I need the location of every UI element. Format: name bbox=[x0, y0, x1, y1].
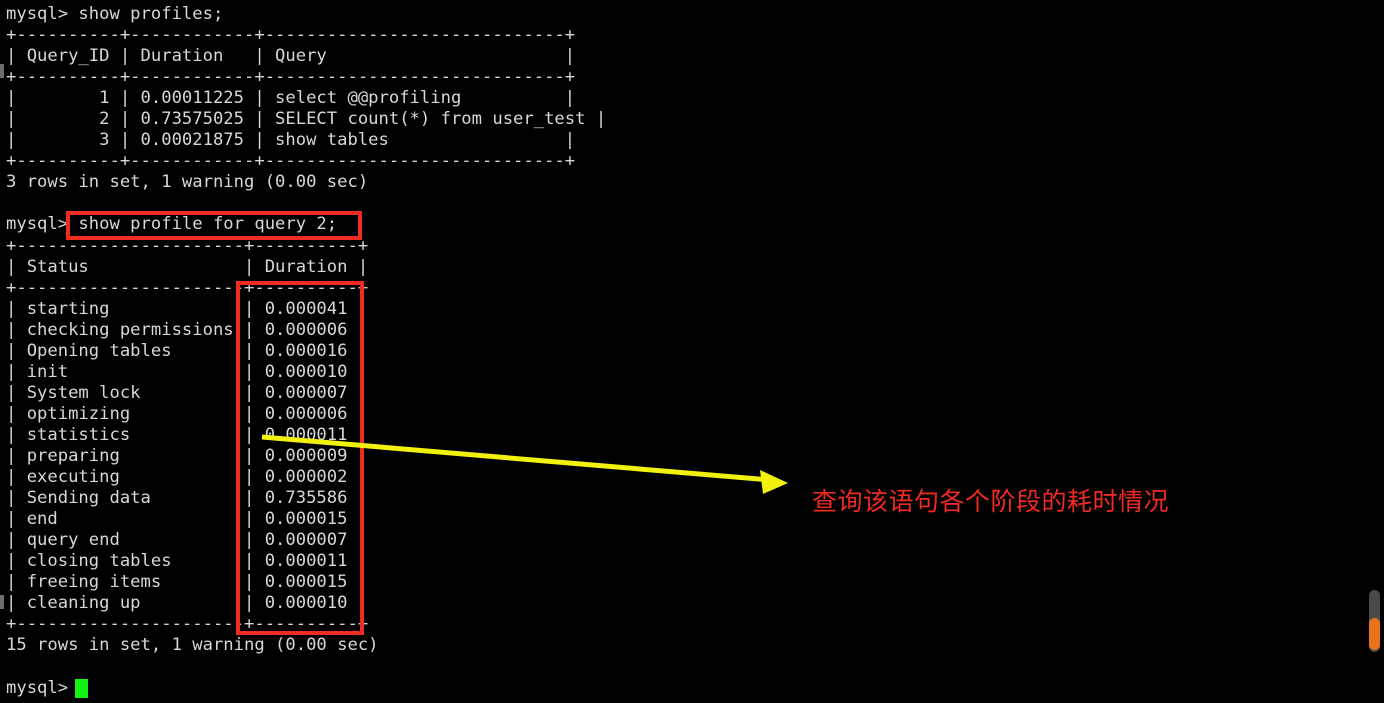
terminal-line: | checking permissions | 0.000006 | bbox=[6, 319, 369, 340]
terminal-line: | 3 | 0.00021875 | show tables | bbox=[6, 130, 576, 151]
terminal-line: +----------+------------+---------------… bbox=[6, 151, 576, 172]
terminal-line: | starting | 0.000041 | bbox=[6, 298, 369, 319]
terminal-line: +----------------------+----------+ bbox=[6, 277, 369, 298]
terminal-line: mysql> bbox=[6, 677, 79, 698]
terminal-line: | Status | Duration | bbox=[6, 256, 369, 277]
terminal-line: +----------+------------+---------------… bbox=[6, 67, 576, 88]
terminal-line: +----------------------+----------+ bbox=[6, 235, 369, 256]
terminal-window: mysql> show profiles; +----------+-------… bbox=[0, 0, 1384, 703]
terminal-line: | System lock | 0.000007 | bbox=[6, 382, 369, 403]
terminal-line: | 1 | 0.00011225 | select @@profiling | bbox=[6, 88, 576, 109]
terminal-line: | preparing | 0.000009 | bbox=[6, 445, 369, 466]
terminal-line: +----------------------+----------+ bbox=[6, 614, 369, 635]
annotation-note-text: 查询该语句各个阶段的耗时情况 bbox=[812, 487, 1170, 516]
terminal-line: | Sending data | 0.735586 | bbox=[6, 488, 369, 509]
terminal-output[interactable]: mysql> show profiles; +----------+-------… bbox=[0, 0, 1384, 699]
terminal-line: | Query_ID | Duration | Query | bbox=[6, 46, 576, 67]
terminal-line: 15 rows in set, 1 warning (0.00 sec) bbox=[6, 635, 379, 656]
terminal-line: | 2 | 0.73575025 | SELECT count(*) from … bbox=[6, 109, 607, 130]
terminal-line: +----------+------------+---------------… bbox=[6, 25, 576, 46]
terminal-line: | init | 0.000010 | bbox=[6, 361, 369, 382]
terminal-line: | cleaning up | 0.000010 | bbox=[6, 593, 369, 614]
terminal-line: | statistics | 0.000011 | bbox=[6, 424, 369, 445]
terminal-line: | freeing items | 0.000015 | bbox=[6, 572, 369, 593]
terminal-line: mysql> show profiles; bbox=[6, 4, 224, 24]
terminal-line: | query end | 0.000007 | bbox=[6, 530, 369, 551]
scrollbar-thumb[interactable] bbox=[1369, 618, 1380, 650]
terminal-cursor bbox=[75, 679, 88, 698]
terminal-line: | Opening tables | 0.000016 | bbox=[6, 340, 369, 361]
terminal-line: mysql> show profile for query 2; bbox=[6, 214, 338, 235]
terminal-line: | end | 0.000015 | bbox=[6, 509, 369, 530]
terminal-line: | optimizing | 0.000006 | bbox=[6, 403, 369, 424]
terminal-line: | executing | 0.000002 | bbox=[6, 467, 369, 488]
terminal-line: | closing tables | 0.000011 | bbox=[6, 551, 369, 572]
terminal-line: 3 rows in set, 1 warning (0.00 sec) bbox=[6, 172, 369, 193]
